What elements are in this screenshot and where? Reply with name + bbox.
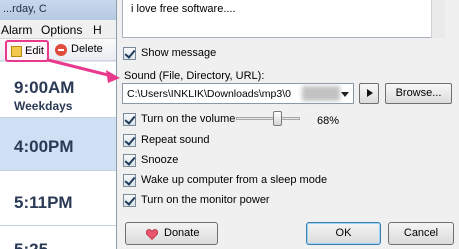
redacted-text [302,86,340,101]
menu-alarm[interactable]: Alarm [1,23,32,37]
checkbox-box[interactable] [123,47,136,60]
play-button[interactable] [359,83,379,104]
message-text: i love free software.... [131,3,236,15]
title-bar: ...rday, C [0,0,117,20]
chevron-down-icon[interactable] [341,92,349,97]
alarm-row[interactable]: 5:11PM [0,171,117,226]
wake-computer-label: Wake up computer from a sleep mode [141,174,328,186]
ok-button[interactable]: OK [306,222,381,245]
browse-button[interactable]: Browse... [385,83,452,104]
alarm-time: 9:00AM [14,78,75,97]
checkbox-box[interactable] [123,134,136,147]
edit-label: Edit [25,45,44,57]
window-title: ...rday, C [3,3,47,15]
cancel-button[interactable]: Cancel [388,222,454,245]
checkbox-box[interactable] [123,194,136,207]
show-message-label: Show message [141,47,217,59]
checkbox-box[interactable] [123,154,136,167]
heart-icon [146,229,158,240]
checkbox-box[interactable] [123,113,136,126]
edit-alarm-dialog: i love free software.... Show message So… [116,0,459,249]
donate-button[interactable]: Donate [125,222,218,245]
donate-label: Donate [164,227,200,239]
volume-value: 68% [317,115,340,127]
main-window: ...rday, C Alarm Options H Edit Delete 9… [0,0,118,249]
alarm-row[interactable]: 9:00AM Weekdays [0,62,117,118]
message-textarea[interactable]: i love free software.... [122,0,445,38]
menu-options[interactable]: Options [41,23,82,37]
volume-label: Turn on the volume [141,113,236,125]
checkbox-box[interactable] [123,174,136,187]
edit-icon [11,46,22,57]
menu-bar: Alarm Options H [0,20,117,39]
sound-label: Sound (File, Directory, URL): [124,70,265,82]
delete-button[interactable]: Delete [55,42,117,60]
alarm-time: 5:25 [14,240,48,249]
alarm-label: Weekdays [14,99,73,113]
monitor-power-label: Turn on the monitor power [141,194,270,206]
play-icon [367,89,373,97]
sound-path-combobox[interactable]: C:\Users\INKLIK\Downloads\mp3\0 [122,83,354,104]
delete-icon [55,44,67,56]
volume-slider[interactable] [236,110,300,126]
snooze-label: Snooze [141,154,179,166]
edit-button[interactable]: Edit [5,40,49,62]
repeat-sound-label: Repeat sound [141,134,210,146]
alarm-time: 5:11PM [14,193,73,212]
delete-label: Delete [71,43,103,55]
menu-help[interactable]: H [93,23,102,37]
sound-path-value: C:\Users\INKLIK\Downloads\mp3\0 [127,88,291,100]
alarm-time: 4:00PM [14,137,74,156]
message-scrollbar[interactable] [431,0,445,38]
alarm-row[interactable]: 5:25 [0,226,117,249]
slider-track [236,117,300,120]
alarm-list: 9:00AM Weekdays 4:00PM 5:11PM 5:25 [0,62,117,249]
slider-thumb[interactable] [273,111,282,126]
alarm-row[interactable]: 4:00PM [0,118,117,171]
